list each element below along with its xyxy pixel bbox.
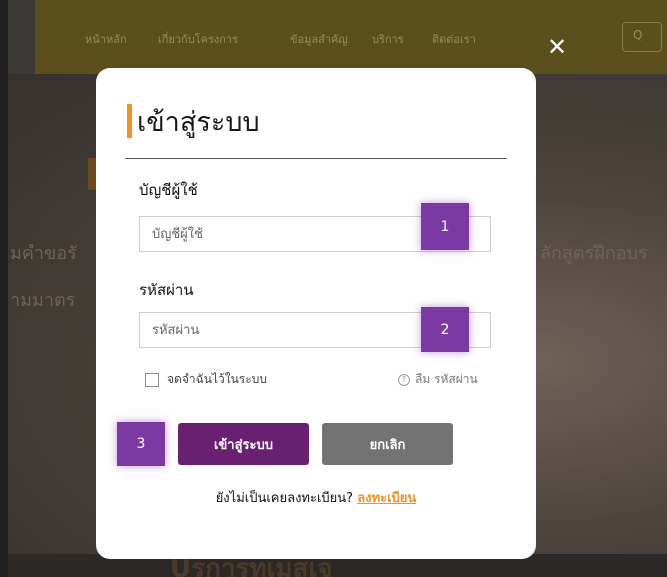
marker-3: 3	[117, 422, 165, 466]
search-icon: Q	[633, 28, 643, 42]
bg-nav-link-home: หน้าหลัก	[85, 33, 127, 46]
modal-title: เข้าสู่ระบบ	[137, 107, 260, 138]
register-row: ยังไม่เป็นเคยลงทะเบียน? ลงทะเบียน	[96, 487, 536, 508]
remember-label: จดจำฉันไว้ในระบบ	[167, 372, 267, 386]
marker-1: 1	[421, 203, 469, 250]
title-accent-bar	[127, 104, 132, 138]
password-label: รหัสผ่าน	[139, 281, 194, 299]
bg-search-box: Q	[622, 22, 662, 52]
bg-hero-text-2: ามมาตร	[10, 290, 76, 311]
bg-nav-link-about: เกี่ยวกับโครงการ	[158, 33, 238, 46]
remember-me[interactable]: จดจำฉันไว้ในระบบ	[145, 370, 267, 389]
username-label: บัญชีผู้ใช้	[139, 181, 198, 199]
bg-hero-text-3: ลักสูตรฝึกอบร	[540, 243, 648, 264]
login-modal: เข้าสู่ระบบ บัญชีผู้ใช้ รหัสผ่าน จดจำฉัน…	[96, 68, 536, 559]
background-nav-strip	[35, 0, 667, 74]
forgot-password-link[interactable]: ? ลืม รหัสผ่าน	[398, 370, 478, 389]
register-link[interactable]: ลงทะเบียน	[357, 491, 416, 506]
cancel-button[interactable]: ยกเลิก	[322, 423, 453, 465]
backdrop-edge	[0, 0, 8, 577]
remember-checkbox[interactable]	[145, 372, 159, 387]
bg-nav-link-services: บริการ	[372, 33, 404, 46]
bg-nav-link-info: ข้อมูลสำคัญ	[290, 33, 348, 46]
login-button[interactable]: เข้าสู่ระบบ	[178, 423, 309, 465]
register-prompt: ยังไม่เป็นเคยลงทะเบียน?	[215, 491, 354, 506]
bg-hero-text-1: มคำขอรั	[10, 243, 77, 264]
title-divider	[125, 158, 507, 159]
forgot-password-label: ลืม รหัสผ่าน	[415, 372, 478, 386]
help-icon: ?	[398, 373, 410, 386]
marker-2: 2	[421, 307, 469, 352]
bg-nav-link-contact: ติดต่อเรา	[432, 33, 476, 46]
close-modal-button[interactable]: ✕	[544, 34, 570, 60]
